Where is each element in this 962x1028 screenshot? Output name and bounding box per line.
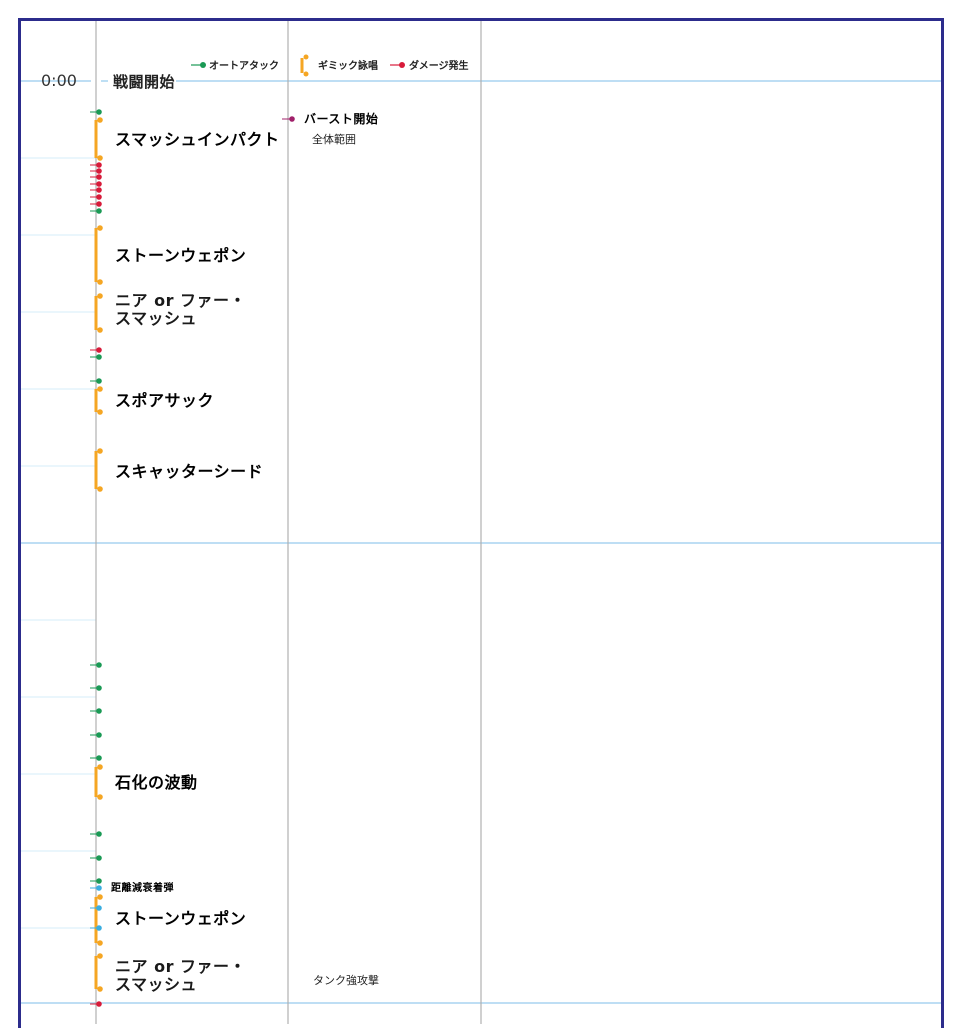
cast-bracket-start-dot (97, 117, 103, 123)
cast-label-scatter-seed: スキャッターシード (115, 462, 263, 481)
cast-label-smash-impact: スマッシュインパクト (115, 130, 280, 149)
cast-bracket-start-dot (97, 953, 103, 959)
cast-bracket-start-dot (97, 448, 103, 454)
cast-bracket-end-dot (97, 279, 103, 285)
damage-dot (96, 347, 102, 353)
auto-attack-dot (96, 109, 102, 115)
legend-auto-label: オートアタック (209, 60, 279, 72)
tankbuster-label: タンク強攻撃 (313, 973, 379, 987)
damage-dot (96, 1001, 102, 1007)
start-label: 戦闘開始 (113, 73, 175, 91)
start-time: 0:00 (41, 71, 77, 90)
damage-dot (96, 194, 102, 200)
auto-attack-dot (96, 878, 102, 884)
legend-cast-bottom-dot (303, 71, 309, 77)
auto-attack-dot (96, 208, 102, 214)
auto-attack-dot (96, 708, 102, 714)
cast-bracket-end-dot (97, 986, 103, 992)
legend-damage-label: ダメージ発生 (409, 59, 469, 72)
cast-bracket-end-dot (97, 409, 103, 415)
cast-bracket-start-dot (97, 764, 103, 770)
proximity-dot (96, 905, 102, 911)
cast-label-near-far-smash: ニア or ファー・ スマッシュ (115, 291, 252, 328)
burst-start-label: バースト開始 (304, 111, 378, 126)
cast-label-spore-sac: スポアサック (115, 391, 214, 410)
damage-dot (96, 174, 102, 180)
auto-attack-dot (96, 732, 102, 738)
auto-attack-dot (96, 662, 102, 668)
auto-attack-dot (96, 378, 102, 384)
cast-label-near-far-smash-2: ニア or ファー・ スマッシュ (115, 957, 252, 994)
cast-bracket-start-dot (97, 894, 103, 900)
cast-bracket-end-dot (97, 327, 103, 333)
legend-damage-dot-icon (399, 62, 405, 68)
auto-attack-dot (96, 831, 102, 837)
legend-cast-label: ギミック詠唱 (318, 59, 378, 72)
damage-dot (96, 181, 102, 187)
cast-bracket-start-dot (97, 386, 103, 392)
cast-label-petrifaction-wave: 石化の波動 (114, 773, 198, 792)
cast-label-near-far-smash-2-text: ニア or ファー・ (115, 957, 246, 976)
grid-lines (21, 21, 941, 1024)
cast-label-stone-weapon: ストーンウェポン (115, 246, 246, 265)
cast-bracket-start-dot (97, 293, 103, 299)
cast-label-stone-weapon-2: ストーンウェポン (115, 909, 246, 928)
cast-bracket-start-dot (97, 225, 103, 231)
burst-dot (289, 116, 295, 122)
burst-sub-label: 全体範囲 (312, 132, 356, 146)
distance-falloff-label: 距離減衰着弾 (111, 881, 174, 894)
damage-dot (96, 162, 102, 168)
cast-bracket-end-dot (97, 155, 103, 161)
auto-attack-dot (96, 354, 102, 360)
legend: オートアタック ギミック詠唱 ダメージ発生 (191, 54, 469, 77)
damage-dot (96, 187, 102, 193)
cast-bracket-end-dot (97, 794, 103, 800)
damage-dot (96, 201, 102, 207)
auto-attack-dot (96, 755, 102, 761)
legend-cast-top-dot (303, 54, 309, 60)
auto-attack-dot (96, 855, 102, 861)
cast-label-near-far-smash-text-2: スマッシュ (115, 309, 197, 328)
proximity-dot (96, 885, 102, 891)
timeline-chart: 0:00 戦闘開始 オートアタック ギミック詠唱 ダメージ発生 スマッシュインパ… (21, 21, 941, 1024)
proximity-dot (96, 925, 102, 931)
cast-label-near-far-smash-text: ニア or ファー・ (115, 291, 246, 310)
timeline-marks (90, 109, 295, 1007)
auto-attack-dot (96, 685, 102, 691)
cast-bracket-end-dot (97, 940, 103, 946)
legend-auto-dot-icon (200, 62, 206, 68)
cast-label-near-far-smash-2-text-2: スマッシュ (115, 975, 197, 994)
damage-dot (96, 168, 102, 174)
cast-bracket-end-dot (97, 486, 103, 492)
